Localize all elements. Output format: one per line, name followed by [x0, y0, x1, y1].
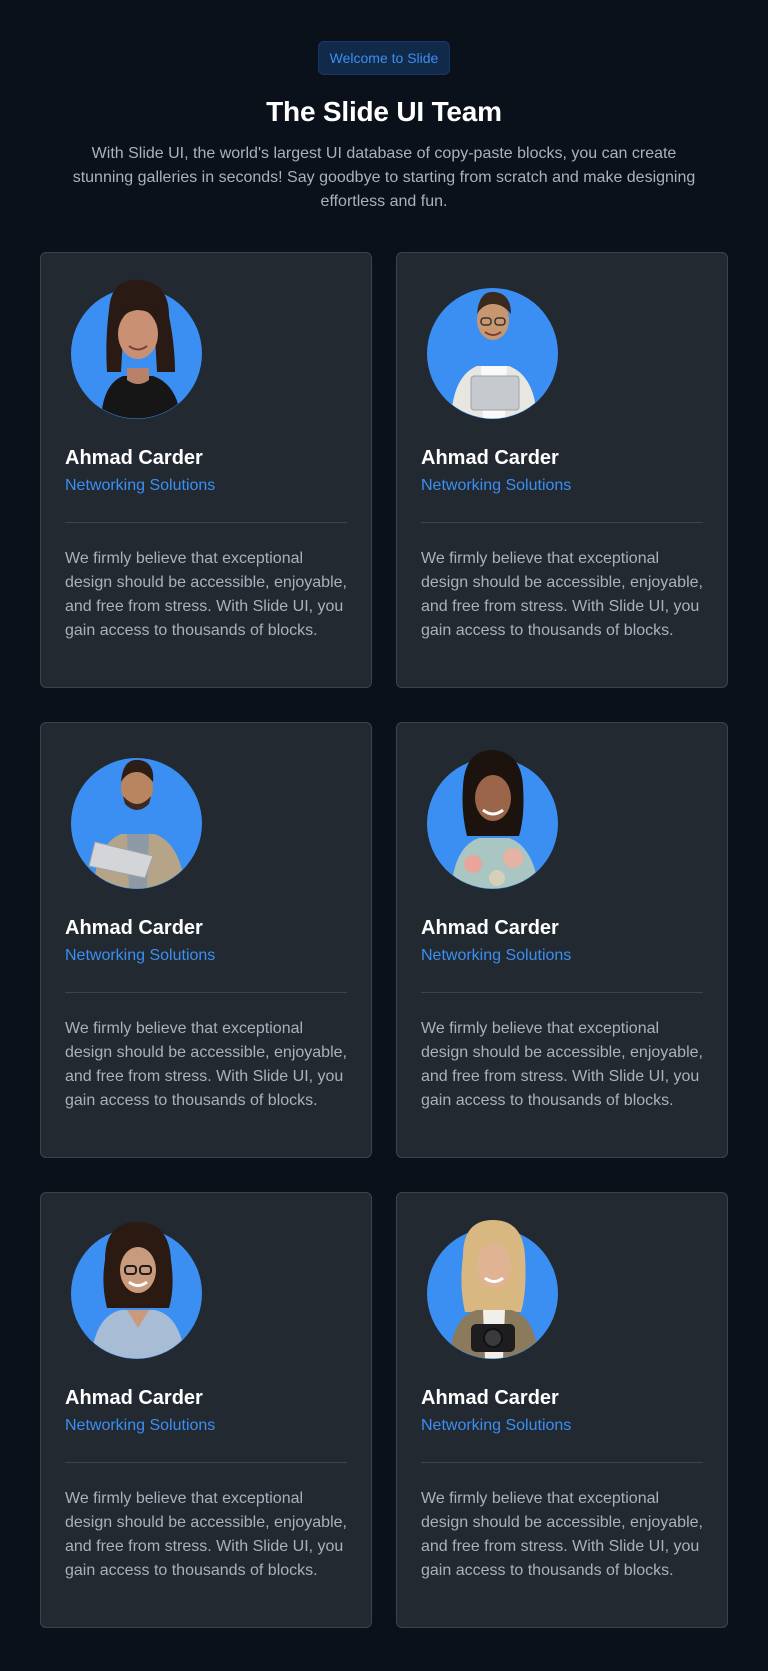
member-role: Networking Solutions	[65, 477, 216, 494]
avatar	[71, 276, 202, 419]
member-bio: We firmly believe that exceptional desig…	[421, 550, 703, 639]
person-portrait-icon	[451, 750, 539, 889]
member-bio: We firmly believe that exceptional desig…	[65, 1020, 347, 1109]
member-name: Ahmad Carder	[65, 917, 203, 939]
team-card: Ahmad Carder Networking Solutions We fir…	[396, 252, 728, 688]
avatar	[71, 746, 202, 889]
divider	[421, 522, 703, 523]
member-bio: We firmly believe that exceptional desig…	[65, 1490, 347, 1579]
avatar	[427, 1216, 558, 1359]
person-portrait-icon	[451, 291, 537, 419]
member-role: Networking Solutions	[421, 947, 572, 964]
divider	[421, 1462, 703, 1463]
divider	[421, 992, 703, 993]
team-card: Ahmad Carder Networking Solutions We fir…	[40, 1192, 372, 1628]
divider	[65, 522, 347, 523]
divider	[65, 992, 347, 993]
member-role: Networking Solutions	[65, 947, 216, 964]
page-subtitle: With Slide UI, the world's largest UI da…	[72, 145, 696, 210]
person-portrait-icon	[449, 1220, 539, 1359]
avatar	[427, 276, 558, 419]
member-bio: We firmly believe that exceptional desig…	[65, 550, 347, 639]
team-page: Welcome to Slide The Slide UI Team With …	[0, 0, 768, 1671]
member-name: Ahmad Carder	[421, 447, 559, 469]
avatar	[71, 1216, 202, 1359]
person-portrait-icon	[91, 1222, 185, 1359]
member-name: Ahmad Carder	[421, 1387, 559, 1409]
person-portrait-icon	[101, 279, 181, 419]
member-bio: We firmly believe that exceptional desig…	[421, 1020, 703, 1109]
team-card: Ahmad Carder Networking Solutions We fir…	[40, 252, 372, 688]
member-role: Networking Solutions	[65, 1417, 216, 1434]
team-header: Welcome to Slide The Slide UI Team With …	[0, 41, 768, 214]
member-role: Networking Solutions	[421, 477, 572, 494]
team-grid: Ahmad Carder Networking Solutions We fir…	[40, 252, 728, 1628]
member-name: Ahmad Carder	[65, 447, 203, 469]
member-name: Ahmad Carder	[65, 1387, 203, 1409]
team-card: Ahmad Carder Networking Solutions We fir…	[40, 722, 372, 1158]
member-bio: We firmly believe that exceptional desig…	[421, 1490, 703, 1579]
avatar	[427, 746, 558, 889]
page-title: The Slide UI Team	[266, 96, 502, 127]
member-role: Networking Solutions	[421, 1417, 572, 1434]
divider	[65, 1462, 347, 1463]
welcome-badge: Welcome to Slide	[317, 41, 451, 75]
person-portrait-icon	[88, 759, 185, 889]
team-card: Ahmad Carder Networking Solutions We fir…	[396, 1192, 728, 1628]
member-name: Ahmad Carder	[421, 917, 559, 939]
team-card: Ahmad Carder Networking Solutions We fir…	[396, 722, 728, 1158]
